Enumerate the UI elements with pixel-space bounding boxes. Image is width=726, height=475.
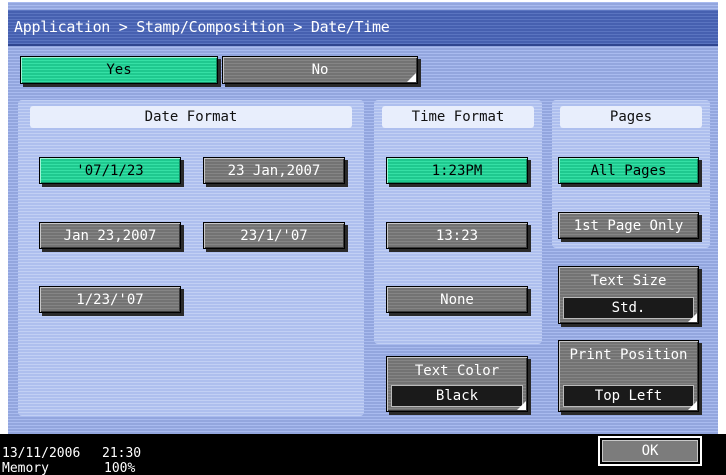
- text-color-label: Text Color: [414, 363, 500, 379]
- status-time: 21:30: [102, 446, 142, 461]
- date-option-4[interactable]: 23/1/'07: [203, 222, 345, 249]
- pages-option-first-label: 1st Page Only: [573, 217, 684, 234]
- time-format-header: Time Format: [382, 106, 534, 128]
- time-option-2-label: 13:23: [435, 227, 479, 244]
- pages-header: Pages: [560, 106, 702, 128]
- time-option-3[interactable]: None: [386, 286, 528, 313]
- date-option-4-label: 23/1/'07: [240, 227, 308, 244]
- date-option-3[interactable]: Jan 23,2007: [39, 222, 181, 249]
- no-button[interactable]: No: [222, 56, 418, 84]
- no-label: No: [311, 62, 329, 78]
- breadcrumb-text: Application > Stamp/Composition > Date/T…: [14, 18, 390, 36]
- date-format-panel: [18, 100, 364, 416]
- pages-option-all-label: All Pages: [590, 162, 667, 179]
- date-option-3-label: Jan 23,2007: [63, 227, 157, 244]
- text-size-button[interactable]: Text Size Std.: [558, 266, 699, 324]
- time-format-header-text: Time Format: [411, 109, 505, 125]
- breadcrumb: Application > Stamp/Composition > Date/T…: [8, 10, 718, 46]
- time-option-2[interactable]: 13:23: [386, 222, 528, 249]
- corner-triangle-icon: [688, 401, 697, 410]
- text-size-value: Std.: [563, 297, 694, 319]
- date-format-header: Date Format: [30, 106, 352, 128]
- text-size-label: Text Size: [590, 273, 667, 289]
- print-position-label: Print Position: [569, 347, 688, 363]
- yes-button[interactable]: Yes: [20, 56, 218, 84]
- pages-option-first[interactable]: 1st Page Only: [558, 212, 699, 239]
- status-date: 13/11/2006: [2, 446, 81, 461]
- pages-header-text: Pages: [609, 109, 653, 125]
- corner-triangle-icon: [407, 73, 416, 82]
- time-option-1-label: 1:23PM: [431, 162, 483, 179]
- date-option-2[interactable]: 23 Jan,2007: [203, 157, 345, 184]
- date-option-5[interactable]: 1/23/'07: [39, 286, 181, 313]
- date-format-header-text: Date Format: [144, 109, 238, 125]
- time-option-3-label: None: [440, 291, 474, 308]
- print-position-value: Top Left: [563, 385, 694, 407]
- yes-label: Yes: [106, 62, 132, 78]
- print-position-button[interactable]: Print Position Top Left: [558, 340, 699, 412]
- date-option-1[interactable]: '07/1/23: [39, 157, 181, 184]
- memory-label: Memory: [2, 461, 49, 475]
- time-option-1[interactable]: 1:23PM: [386, 157, 528, 184]
- memory-value: 100%: [104, 461, 136, 475]
- text-color-value: Black: [391, 385, 523, 407]
- date-option-2-label: 23 Jan,2007: [227, 162, 321, 179]
- pages-option-all[interactable]: All Pages: [558, 157, 699, 184]
- date-option-1-label: '07/1/23: [76, 162, 144, 179]
- ok-label: OK: [641, 443, 659, 459]
- date-option-5-label: 1/23/'07: [76, 291, 144, 308]
- ok-button[interactable]: OK: [596, 434, 704, 468]
- corner-triangle-icon: [688, 313, 697, 322]
- corner-triangle-icon: [517, 401, 526, 410]
- text-color-button[interactable]: Text Color Black: [386, 356, 528, 412]
